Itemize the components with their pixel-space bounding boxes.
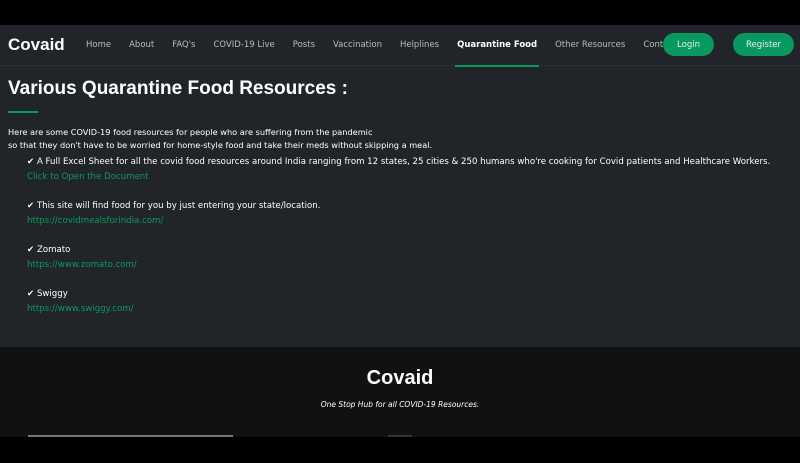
item-link[interactable]: https://www.zomato.com/ — [27, 258, 800, 273]
page: Covaid Home About FAQ's COVID-19 Live Po… — [0, 25, 800, 347]
nav-vaccination[interactable]: Vaccination — [333, 25, 382, 66]
nav-about[interactable]: About — [129, 25, 154, 66]
nav-helplines[interactable]: Helplines — [400, 25, 439, 66]
footer-tagline: One Stop Hub for all COVID-19 Resources. — [320, 400, 480, 409]
footer: Covaid One Stop Hub for all COVID-19 Res… — [0, 347, 800, 437]
brand-logo[interactable]: Covaid — [8, 35, 77, 55]
item-text: A Full Excel Sheet for all the covid foo… — [36, 157, 771, 167]
nav-faqs[interactable]: FAQ's — [172, 25, 195, 66]
nav-posts[interactable]: Posts — [293, 25, 315, 66]
item-link[interactable]: https://www.swiggy.com/ — [27, 302, 800, 317]
list-item: ✔ Swiggy https://www.swiggy.com/ — [27, 287, 800, 316]
list-item: ✔ A Full Excel Sheet for all the covid f… — [27, 155, 800, 184]
item-link[interactable]: https://covidmealsforindia.com/ — [27, 214, 800, 229]
navbar: Covaid Home About FAQ's COVID-19 Live Po… — [0, 25, 800, 67]
footer-divider — [28, 435, 233, 437]
title-underline — [8, 111, 38, 113]
login-button[interactable]: Login — [663, 33, 714, 56]
list-item: ✔ This site will find food for you by ju… — [27, 199, 800, 228]
footer-brand: Covaid — [366, 367, 434, 389]
item-text: This site will find food for you by just… — [36, 201, 321, 211]
list-item: ✔ Zomato https://www.zomato.com/ — [27, 243, 800, 272]
check-icon: ✔ — [27, 201, 37, 211]
nav-home[interactable]: Home — [86, 25, 111, 66]
footer-divider — [388, 435, 412, 437]
check-icon: ✔ — [27, 289, 37, 299]
intro-line: Here are some COVID-19 food resources fo… — [8, 127, 373, 137]
page-title: Various Quarantine Food Resources : — [8, 78, 348, 99]
nav-quarantine-food[interactable]: Quarantine Food — [455, 25, 540, 67]
nav-covid-live[interactable]: COVID-19 Live — [213, 25, 274, 66]
item-link[interactable]: Click to Open the Document — [27, 170, 800, 185]
check-icon: ✔ — [27, 245, 37, 255]
nav-other-resources[interactable]: Other Resources — [555, 25, 625, 66]
item-text: Swiggy — [36, 289, 68, 299]
intro: Here are some COVID-19 food resources fo… — [8, 126, 800, 152]
intro-line: so that they don't have to be worried fo… — [8, 140, 433, 150]
resource-list: ✔ A Full Excel Sheet for all the covid f… — [27, 155, 800, 316]
item-text: Zomato — [36, 245, 71, 255]
register-button[interactable]: Register — [733, 33, 794, 56]
check-icon: ✔ — [27, 157, 37, 167]
